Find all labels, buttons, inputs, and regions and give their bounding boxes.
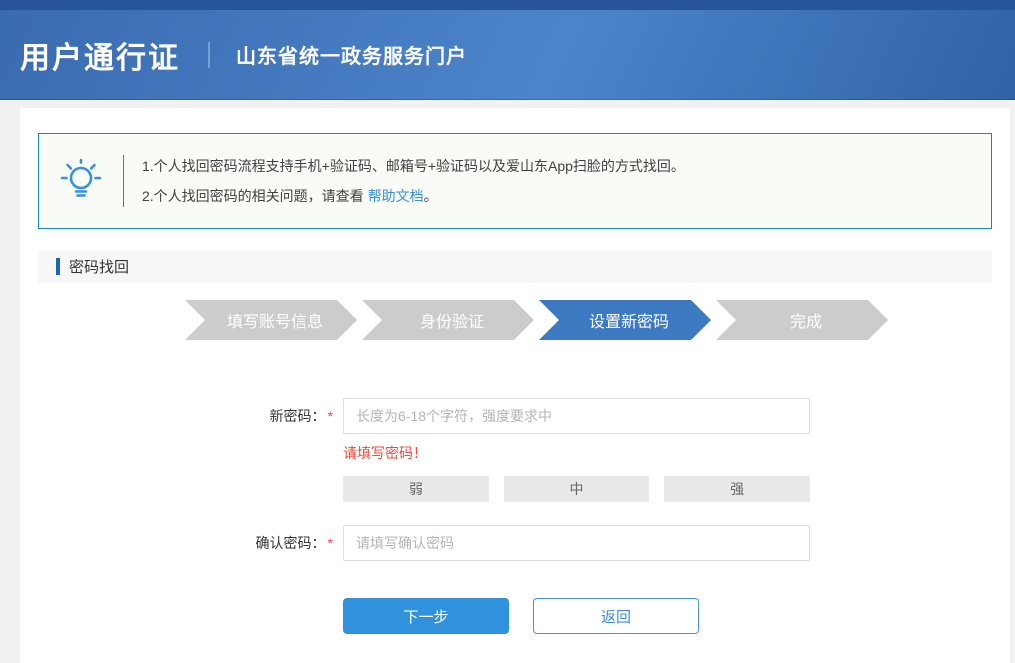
- password-form: 新密码：* 请填写密码！ 弱 中 强 确认密码：* 下一步 返回: [20, 398, 1010, 634]
- notice-line-2-text: 2.个人找回密码的相关问题，请查看: [142, 188, 368, 204]
- new-password-label-text: 新密码：: [270, 408, 326, 424]
- form-actions: 下一步 返回: [343, 598, 1010, 634]
- notice-line-1: 1.个人找回密码流程支持手机+验证码、邮箱号+验证码以及爱山东App扫脸的方式找…: [142, 151, 685, 181]
- header-top-strip: [0, 0, 1015, 10]
- section-title-band: 密码找回: [38, 250, 992, 283]
- section-title: 密码找回: [69, 256, 129, 277]
- lightbulb-icon: [39, 158, 123, 204]
- step-label: 完成: [790, 308, 822, 332]
- step-label: 身份验证: [420, 308, 484, 332]
- password-error-message: 请填写密码！: [343, 443, 1010, 463]
- new-password-label: 新密码：*: [20, 406, 343, 426]
- header-separator: ｜: [196, 36, 222, 73]
- password-strength-meter: 弱 中 强: [343, 476, 810, 502]
- step-indicator: 填写账号信息 身份验证 设置新密码 完成: [185, 300, 1010, 340]
- confirm-password-label: 确认密码：*: [20, 533, 343, 553]
- notice-line-2: 2.个人找回密码的相关问题，请查看 帮助文档。: [142, 181, 685, 211]
- content-card: 1.个人找回密码流程支持手机+验证码、邮箱号+验证码以及爱山东App扫脸的方式找…: [20, 108, 1010, 663]
- help-doc-link[interactable]: 帮助文档: [368, 188, 424, 204]
- new-password-input[interactable]: [343, 398, 810, 434]
- portal-subtitle: 山东省统一政务服务门户: [236, 40, 467, 69]
- section-title-bar: [56, 258, 60, 275]
- back-button[interactable]: 返回: [533, 598, 699, 634]
- step-label: 设置新密码: [589, 308, 669, 332]
- next-step-button[interactable]: 下一步: [343, 598, 509, 634]
- step-item-set-new-password: 设置新密码: [539, 300, 711, 340]
- required-asterisk: *: [328, 535, 333, 551]
- step-item-identity-verify: 身份验证: [362, 300, 534, 340]
- confirm-password-input[interactable]: [343, 525, 810, 561]
- page-header: 用户通行证 ｜ 山东省统一政务服务门户: [0, 10, 1015, 100]
- strength-strong: 强: [664, 476, 810, 502]
- required-asterisk: *: [328, 408, 333, 424]
- notice-line-2-suffix: 。: [424, 188, 438, 204]
- portal-title: 用户通行证: [20, 33, 180, 77]
- new-password-row: 新密码：*: [20, 398, 1010, 434]
- confirm-password-row: 确认密码：*: [20, 525, 1010, 561]
- strength-weak: 弱: [343, 476, 489, 502]
- step-item-done: 完成: [716, 300, 888, 340]
- notice-box: 1.个人找回密码流程支持手机+验证码、邮箱号+验证码以及爱山东App扫脸的方式找…: [38, 133, 992, 229]
- step-label: 填写账号信息: [227, 308, 323, 332]
- strength-medium: 中: [504, 476, 650, 502]
- confirm-password-label-text: 确认密码：: [256, 535, 326, 551]
- step-item-account-info: 填写账号信息: [185, 300, 357, 340]
